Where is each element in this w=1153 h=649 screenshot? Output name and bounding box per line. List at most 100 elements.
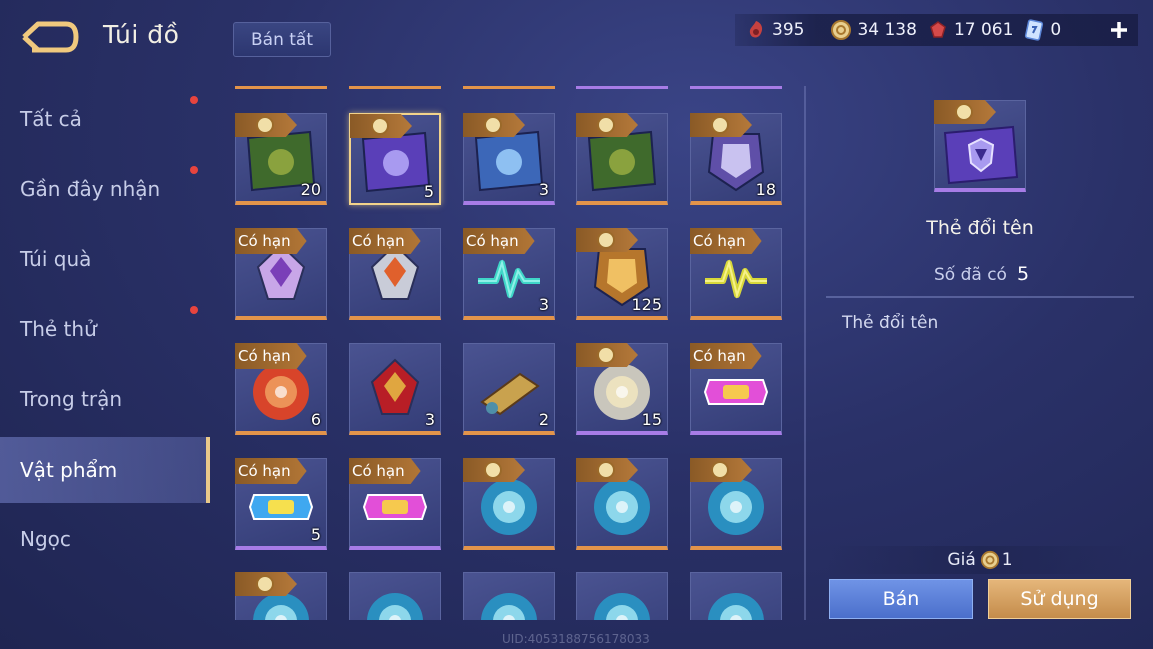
inventory-slot[interactable]: Có hạn 5 [235,458,327,550]
coin-badge [576,228,638,252]
scroll-icon [480,372,540,416]
coin-icon [484,461,502,479]
ruby-gem-icon [930,21,946,38]
inventory-slot[interactable] [690,458,782,550]
gold-coin-icon [831,20,852,40]
sidebar-item-label: Tất cả [20,107,82,131]
inventory-slot[interactable]: 3 [349,343,441,435]
sell-all-button[interactable]: Bán tất [233,22,331,57]
item-count: 20 [300,180,321,199]
currency-red-token: 395 [745,19,804,41]
price-label: Giá [947,550,976,570]
sidebar-item-label: Ngọc [20,527,71,551]
item-count: 6 [310,410,321,429]
currency-voucher-value: 0 [1050,20,1062,40]
sidebar-item-items[interactable]: Vật phẩm [0,437,210,503]
coin-badge [463,458,525,482]
inventory-slot[interactable] [576,572,668,620]
inventory-slot[interactable]: 125 [576,228,668,320]
item-count: 5 [423,182,434,201]
previous-row-edge [576,86,668,89]
inventory-slot[interactable]: Có hạn [235,228,327,320]
inventory-slot[interactable] [235,572,327,620]
coin-icon [256,116,274,134]
price-bar: Giá 1 [826,546,1134,574]
detail-divider [826,296,1134,298]
currency-red-token-value: 395 [772,20,805,40]
coin-icon [484,116,502,134]
coin-icon [955,103,973,121]
inventory-slot[interactable] [576,458,668,550]
owned-value: 5 [1016,263,1030,285]
item-count: 5 [310,525,321,544]
coin-icon [597,346,615,364]
back-button[interactable] [18,20,80,54]
inventory-slot[interactable]: 5 [349,113,441,205]
selected-item-icon [934,100,1026,192]
sidebar-item-gems[interactable]: Ngọc [0,506,210,572]
skin-orb-icon [367,593,423,620]
sidebar-item-label: Thẻ thử [20,317,97,341]
inventory-slot[interactable] [576,113,668,205]
inventory-slot[interactable]: 2 [463,343,555,435]
rename-card-icon [943,125,1019,185]
sidebar-item-gift-bags[interactable]: Túi quà [0,226,210,292]
sidebar-item-label: Vật phẩm [20,458,118,482]
limited-badge: Có hạn [235,343,307,369]
price-value: 1 [1001,550,1013,570]
inventory-slot[interactable] [463,458,555,550]
item-count: 15 [641,410,662,429]
inventory-slot[interactable]: 18 [690,113,782,205]
inventory-slot[interactable]: 20 [235,113,327,205]
currency-bar: 395 34 138 17 061 0 [735,14,1138,46]
coin-icon [371,117,389,135]
inventory-slot[interactable] [690,572,782,620]
selected-item-description: Thẻ đổi tên [842,313,939,333]
item-count: 3 [538,295,549,314]
inventory-slot[interactable]: 3 [463,113,555,205]
sell-button[interactable]: Bán [829,579,973,619]
skin-orb-icon [481,593,537,620]
inventory-slot[interactable]: Có hạn [690,228,782,320]
coin-badge [235,113,297,137]
coin-icon [597,461,615,479]
item-count: 125 [631,295,662,314]
coin-icon [711,461,729,479]
sidebar-item-trial-cards[interactable]: Thẻ thử [0,296,210,362]
inventory-slot[interactable] [349,572,441,620]
sidebar-item-label: Gần đây nhận [20,177,161,201]
inventory-slot[interactable]: Có hạn [690,343,782,435]
coin-badge [463,113,525,137]
skin-orb-icon [594,593,650,620]
inventory-slot[interactable] [463,572,555,620]
inventory-slot[interactable]: Có hạn [349,228,441,320]
inventory-slot[interactable]: Có hạn 6 [235,343,327,435]
inventory-slot[interactable]: Có hạn 3 [463,228,555,320]
owned-count: Số đã có 5 [934,263,1029,285]
panel-divider [804,86,806,620]
gold-coin-icon [980,550,999,570]
ruby-crest-icon [370,358,420,415]
item-count: 3 [538,180,549,199]
notification-dot [190,306,198,314]
selected-item-name: Thẻ đổi tên [926,217,1034,239]
sidebar-item-label: Trong trận [20,387,123,411]
limited-badge: Có hạn [349,228,421,254]
use-button[interactable]: Sử dụng [988,579,1131,619]
add-currency-button[interactable] [1108,19,1130,41]
limited-badge: Có hạn [235,458,307,484]
page-title: Túi đồ [103,20,180,49]
sidebar-item-recent[interactable]: Gần đây nhận [0,156,210,222]
sidebar-item-in-match[interactable]: Trong trận [0,366,210,432]
currency-ruby: 17 061 [927,19,1013,41]
inventory-slot[interactable]: Có hạn [349,458,441,550]
coin-badge [934,100,996,124]
currency-ruby-value: 17 061 [953,20,1014,40]
previous-row-edge [463,86,555,89]
inventory-slot[interactable]: 15 [576,343,668,435]
sidebar-item-all[interactable]: Tất cả [0,86,210,152]
coin-icon [597,116,615,134]
coin-badge [576,343,638,367]
coin-badge [235,572,297,596]
coin-badge [690,113,752,137]
